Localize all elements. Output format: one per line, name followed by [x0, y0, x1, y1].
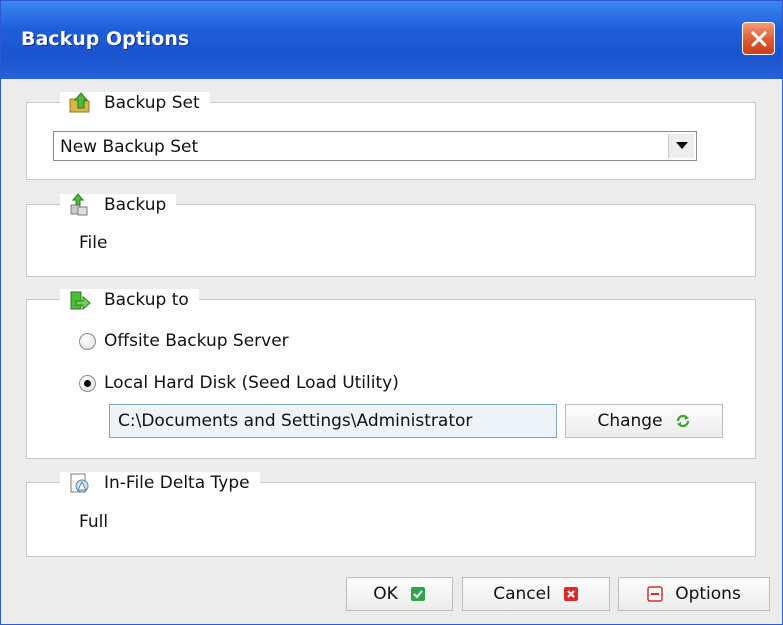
backup-heading: Backup — [104, 195, 167, 215]
delta-heading: In-File Delta Type — [104, 473, 250, 493]
backup-to-header: Backup to — [60, 289, 199, 311]
backup-header: Backup — [60, 193, 177, 217]
backup-set-heading: Backup Set — [104, 93, 200, 113]
cancel-label: Cancel — [493, 584, 551, 604]
refresh-icon — [675, 413, 691, 429]
ok-button[interactable]: OK — [346, 577, 453, 611]
offsite-radio[interactable] — [79, 332, 96, 350]
window-title: Backup Options — [21, 28, 190, 50]
folder-up-icon — [68, 91, 92, 115]
backup-set-value: New Backup Set — [60, 137, 199, 157]
close-button[interactable] — [742, 22, 775, 55]
chevron-down-icon — [675, 142, 688, 149]
ok-label: OK — [373, 584, 398, 604]
change-label: Change — [597, 411, 663, 431]
destination-path-value: C:\Documents and Settings\Administrator — [118, 411, 473, 431]
export-arrow-icon — [68, 288, 92, 312]
delta-group: In-File Delta Type — [26, 472, 756, 557]
check-icon — [410, 586, 426, 602]
destination-path-field[interactable]: C:\Documents and Settings\Administrator — [109, 404, 557, 438]
delta-type-value: Full — [79, 512, 109, 532]
backup-group: Backup — [26, 193, 756, 277]
backup-to-heading: Backup to — [104, 290, 189, 310]
backup-options-window: Backup Options Backup Set New Backup Set — [0, 0, 783, 625]
local-label: Local Hard Disk (Seed Load Utility) — [104, 373, 399, 393]
backup-arrow-icon — [68, 193, 92, 217]
dropdown-arrow[interactable] — [668, 134, 694, 158]
close-icon — [751, 31, 766, 46]
offsite-label: Offsite Backup Server — [104, 331, 289, 351]
backup-set-select[interactable]: New Backup Set — [53, 131, 697, 161]
change-button[interactable]: Change — [565, 404, 723, 438]
backup-set-header: Backup Set — [60, 92, 210, 114]
minus-icon — [647, 586, 663, 602]
title-bar[interactable]: Backup Options — [1, 1, 782, 79]
delta-header: In-File Delta Type — [60, 472, 260, 494]
options-label: Options — [675, 584, 741, 604]
options-button[interactable]: Options — [618, 577, 770, 611]
x-icon — [563, 586, 579, 602]
local-radio[interactable] — [79, 374, 96, 392]
local-radio-row[interactable]: Local Hard Disk (Seed Load Utility) — [79, 373, 399, 393]
delta-icon — [68, 471, 92, 495]
offsite-radio-row[interactable]: Offsite Backup Server — [79, 331, 289, 351]
cancel-button[interactable]: Cancel — [462, 577, 610, 611]
backup-type-value: File — [79, 233, 108, 253]
